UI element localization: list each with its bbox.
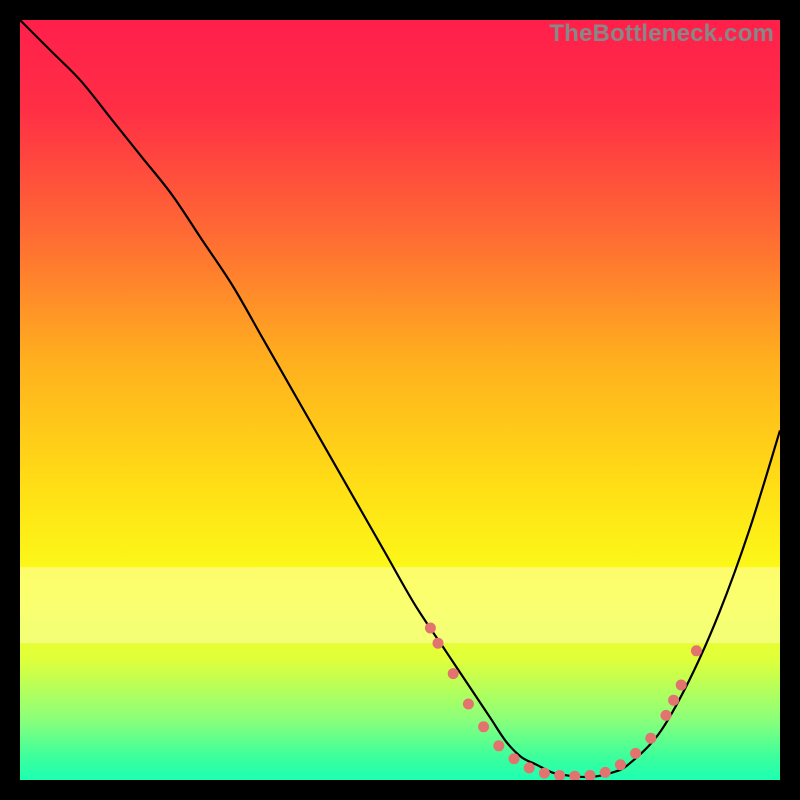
curve-marker [630, 748, 641, 759]
curve-marker [600, 767, 611, 778]
curve-marker [493, 740, 504, 751]
curve-marker [691, 645, 702, 656]
curve-marker [448, 668, 459, 679]
curve-marker [615, 759, 626, 770]
curve-marker [509, 753, 520, 764]
curve-marker [676, 680, 687, 691]
curve-marker [645, 733, 656, 744]
gradient-background [20, 20, 780, 780]
curve-marker [668, 695, 679, 706]
watermark-label: TheBottleneck.com [549, 20, 774, 48]
curve-marker [661, 710, 672, 721]
curve-marker [425, 623, 436, 634]
curve-marker [524, 762, 535, 773]
curve-marker [539, 768, 550, 779]
curve-marker [433, 638, 444, 649]
chart-svg [20, 20, 780, 780]
curve-marker [478, 721, 489, 732]
curve-marker [463, 699, 474, 710]
chart-frame: TheBottleneck.com [20, 20, 780, 780]
